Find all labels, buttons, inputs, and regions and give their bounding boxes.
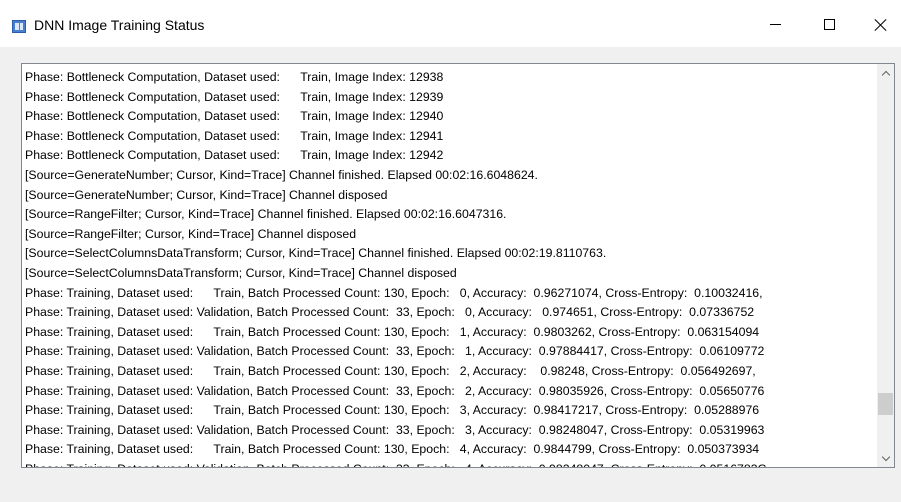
log-line[interactable]: Phase: Training, Dataset used: Train, Ba… bbox=[25, 284, 875, 304]
log-line[interactable]: Phase: Training, Dataset used: Validatio… bbox=[25, 382, 875, 402]
status-log-listbox[interactable]: Phase: Bottleneck Computation, Dataset u… bbox=[21, 63, 895, 468]
log-line[interactable]: Phase: Training, Dataset used: Validatio… bbox=[25, 303, 875, 323]
log-line[interactable]: [Source=GenerateNumber; Cursor, Kind=Tra… bbox=[25, 166, 875, 186]
scroll-down-button[interactable] bbox=[877, 450, 894, 467]
log-line[interactable]: Phase: Training, Dataset used: Validatio… bbox=[25, 342, 875, 362]
log-line[interactable]: [Source=SelectColumnsDataTransform; Curs… bbox=[25, 244, 875, 264]
close-button[interactable] bbox=[858, 0, 901, 47]
log-line[interactable]: Phase: Training, Dataset used: Train, Ba… bbox=[25, 440, 875, 460]
training-status-window: DNN Image Training Status Phase: Bottlen… bbox=[0, 0, 901, 502]
maximize-button[interactable] bbox=[806, 0, 852, 47]
log-line[interactable]: Phase: Training, Dataset used: Validatio… bbox=[25, 421, 875, 441]
log-line[interactable]: [Source=SelectColumnsDataTransform; Curs… bbox=[25, 264, 875, 284]
log-line[interactable]: Phase: Bottleneck Computation, Dataset u… bbox=[25, 127, 875, 147]
chevron-up-icon bbox=[881, 70, 890, 79]
log-line[interactable]: [Source=RangeFilter; Cursor, Kind=Trace]… bbox=[25, 225, 875, 245]
minimize-button[interactable] bbox=[752, 0, 798, 47]
window-title: DNN Image Training Status bbox=[34, 17, 205, 33]
log-line[interactable]: Phase: Training, Dataset used: Train, Ba… bbox=[25, 323, 875, 343]
log-lines: Phase: Bottleneck Computation, Dataset u… bbox=[25, 68, 875, 467]
scroll-thumb[interactable] bbox=[878, 393, 893, 416]
minimize-icon bbox=[769, 24, 781, 25]
maximize-icon bbox=[823, 19, 835, 30]
log-line[interactable]: Phase: Bottleneck Computation, Dataset u… bbox=[25, 107, 875, 127]
log-line[interactable]: Phase: Training, Dataset used: Train, Ba… bbox=[25, 362, 875, 382]
log-line[interactable]: Phase: Training, Dataset used: Validatio… bbox=[25, 460, 875, 467]
log-line[interactable]: [Source=RangeFilter; Cursor, Kind=Trace]… bbox=[25, 205, 875, 225]
log-line[interactable]: Phase: Bottleneck Computation, Dataset u… bbox=[25, 68, 875, 88]
log-line[interactable]: Phase: Bottleneck Computation, Dataset u… bbox=[25, 88, 875, 108]
scroll-up-button[interactable] bbox=[877, 64, 894, 81]
app-window-icon[interactable] bbox=[12, 20, 26, 33]
log-line[interactable]: [Source=GenerateNumber; Cursor, Kind=Tra… bbox=[25, 186, 875, 206]
log-line[interactable]: Phase: Training, Dataset used: Train, Ba… bbox=[25, 401, 875, 421]
vertical-scrollbar[interactable] bbox=[877, 64, 894, 467]
close-icon bbox=[874, 18, 888, 32]
title-bar[interactable]: DNN Image Training Status bbox=[0, 0, 901, 47]
log-line[interactable]: Phase: Bottleneck Computation, Dataset u… bbox=[25, 146, 875, 166]
chevron-down-icon bbox=[881, 452, 890, 461]
